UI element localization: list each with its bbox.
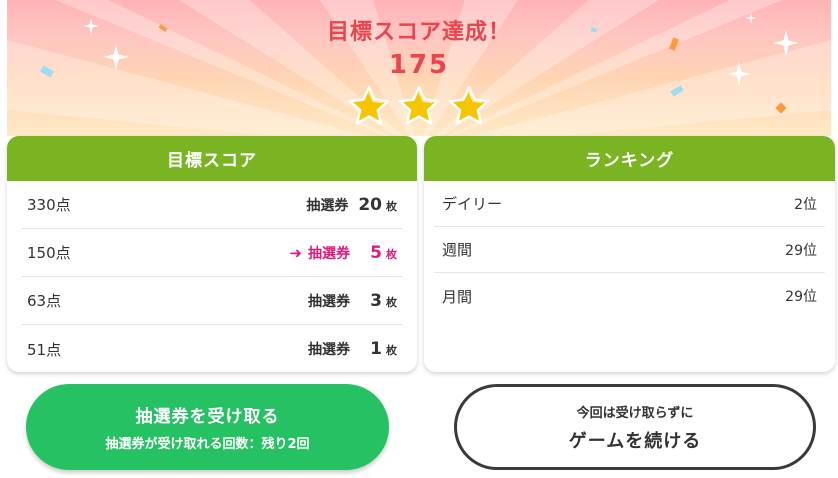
ranking-row: 週間 29位 bbox=[434, 227, 825, 273]
target-score-header: 目標スコア bbox=[7, 136, 417, 181]
ranking-position: 29位 bbox=[785, 242, 817, 259]
ticket-unit: 枚 bbox=[386, 199, 397, 213]
target-score-value: 150点 bbox=[27, 244, 71, 262]
ranking-period: デイリー bbox=[442, 195, 503, 213]
ticket-count: 20 bbox=[358, 194, 382, 215]
skip-receive-text: 今回は受け取らずに bbox=[576, 405, 694, 421]
target-row-current: 150点 ➜ 抽選券 5 枚 bbox=[21, 229, 403, 277]
ticket-label: 抽選券 bbox=[308, 245, 350, 262]
remaining-receives-text: 抽選券が受け取れる回数：残り2回 bbox=[105, 437, 310, 452]
star-icon bbox=[448, 86, 490, 125]
ticket-count: 5 bbox=[370, 242, 382, 263]
continue-game-label: ゲームを続ける bbox=[568, 430, 702, 452]
star-rating bbox=[7, 86, 831, 126]
final-score: 175 bbox=[388, 50, 450, 80]
ranking-row: デイリー 2位 bbox=[434, 181, 825, 227]
ranking-header: ランキング bbox=[424, 136, 835, 181]
ticket-reward: 抽選券 20 枚 bbox=[306, 195, 397, 215]
ticket-reward: 抽選券 1 枚 bbox=[308, 339, 397, 359]
ranking-position: 2位 bbox=[794, 196, 817, 213]
star-icon bbox=[348, 86, 390, 125]
target-score-value: 330点 bbox=[27, 196, 71, 214]
ticket-reward: ➜ 抽選券 5 枚 bbox=[289, 243, 397, 263]
ranking-position: 29位 bbox=[785, 289, 817, 305]
arrow-right-icon: ➜ bbox=[289, 243, 302, 262]
ticket-count: 1 bbox=[370, 339, 382, 359]
ticket-label: 抽選券 bbox=[306, 197, 349, 214]
target-row: 51点 抽選券 1 枚 bbox=[21, 325, 403, 372]
star-icon bbox=[398, 86, 440, 125]
ticket-unit: 枚 bbox=[386, 344, 397, 357]
continue-game-button[interactable]: 今回は受け取らずに ゲームを続ける bbox=[454, 384, 816, 470]
target-score-panel: 目標スコア 330点 抽選券 20 枚 150点 ➜ 抽選券 5 枚 63点 抽… bbox=[7, 136, 417, 372]
target-score-value: 63点 bbox=[27, 292, 62, 310]
ranking-row: 月間 29位 bbox=[434, 273, 825, 319]
ranking-period: 週間 bbox=[442, 241, 473, 259]
ticket-reward: 抽選券 3 枚 bbox=[308, 291, 397, 311]
ticket-count: 3 bbox=[370, 290, 382, 311]
ranking-panel: ランキング デイリー 2位 週間 29位 月間 29位 bbox=[424, 136, 835, 372]
target-row: 330点 抽選券 20 枚 bbox=[21, 181, 403, 229]
ticket-label: 抽選券 bbox=[308, 293, 350, 310]
target-row: 63点 抽選券 3 枚 bbox=[21, 277, 403, 325]
receive-tickets-label: 抽選券を受け取る bbox=[135, 407, 280, 427]
target-score-value: 51点 bbox=[27, 340, 62, 359]
ticket-unit: 枚 bbox=[386, 295, 397, 309]
achievement-title: 目標スコア達成！ bbox=[326, 20, 511, 45]
ticket-label: 抽選券 bbox=[308, 342, 350, 358]
receive-tickets-button[interactable]: 抽選券を受け取る 抽選券が受け取れる回数：残り2回 bbox=[26, 384, 389, 470]
achievement-banner: 目標スコア達成！ 175 bbox=[7, 0, 831, 136]
ranking-period: 月間 bbox=[442, 287, 473, 306]
ticket-unit: 枚 bbox=[386, 247, 397, 261]
